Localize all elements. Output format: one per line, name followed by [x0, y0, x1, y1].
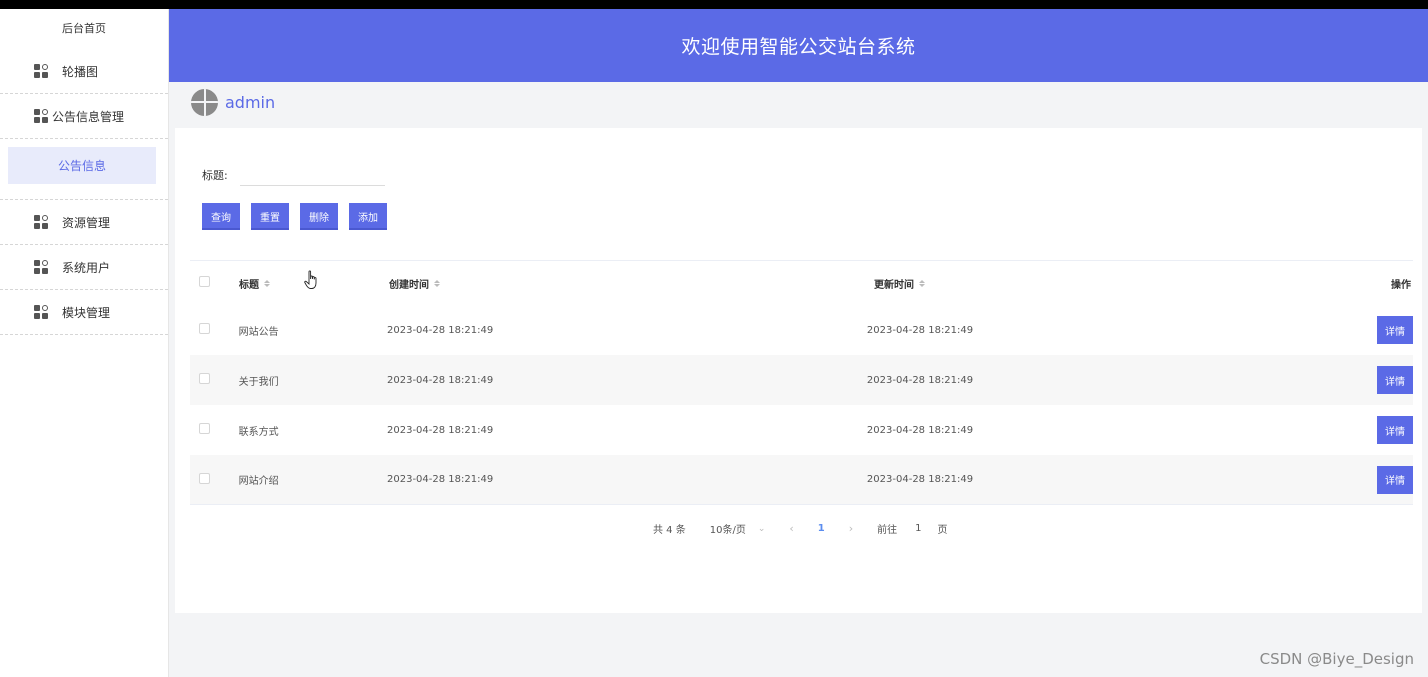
watermark: CSDN @Biye_Design	[1259, 650, 1414, 668]
detail-button[interactable]: 详情	[1377, 316, 1413, 344]
cell-updated: 2023-04-28 18:21:49	[866, 424, 974, 436]
sort-icon[interactable]	[919, 279, 925, 287]
sidebar-item-label: 系统用户	[62, 260, 111, 275]
pagination-total: 共 4 条	[653, 525, 686, 536]
grid-icon	[34, 305, 48, 319]
cell-created: 2023-04-28 18:21:49	[387, 474, 494, 485]
query-button[interactable]: 查询	[202, 203, 240, 230]
toolbar: 查询 重置 删除 添加	[202, 203, 387, 230]
cell-updated: 2023-04-28 18:21:49	[866, 374, 974, 386]
column-header-created[interactable]: 创建时间	[389, 276, 874, 291]
sidebar-submenu: 公告信息	[0, 147, 168, 200]
row-checkbox[interactable]	[199, 423, 210, 434]
sidebar-item-label: 资源管理	[62, 215, 111, 230]
hand-cursor-icon	[304, 270, 317, 289]
delete-button[interactable]: 删除	[300, 203, 338, 230]
reset-button[interactable]: 重置	[251, 203, 289, 230]
cell-created: 2023-04-28 18:21:49	[387, 324, 494, 336]
cell-title: 关于我们	[238, 376, 279, 388]
grid-icon	[34, 260, 48, 274]
cell-title: 网站介绍	[238, 476, 279, 487]
table-header-row: 标题 创建时间 更新时间 操作	[190, 261, 1413, 305]
main-content: admin 标题: 查询 重置 删除 添加 标题 创建时间 更新时间 操作 网站…	[169, 82, 1428, 677]
row-checkbox[interactable]	[199, 472, 210, 484]
goto-page-input[interactable]: 1	[915, 523, 921, 534]
sidebar-home[interactable]: 后台首页	[0, 9, 168, 49]
grid-icon	[34, 215, 48, 229]
table-row[interactable]: 网站介绍 2023-04-28 18:21:49 2023-04-28 18:2…	[190, 455, 1413, 505]
page-unit-label: 页	[937, 525, 948, 536]
page-number-current[interactable]: 1	[818, 523, 825, 534]
pagination: 共 4 条 10条/页 ⌄ ‹ 1 › 前往 1 页	[653, 521, 948, 536]
search-row: 标题:	[202, 158, 385, 186]
sidebar-item-notice-management[interactable]: 公告信息管理	[0, 94, 168, 139]
column-header-updated[interactable]: 更新时间	[874, 276, 1344, 291]
content-panel: 标题: 查询 重置 删除 添加 标题 创建时间 更新时间 操作 网站公告 202…	[175, 128, 1422, 613]
sidebar-item-resources[interactable]: 资源管理	[0, 200, 168, 245]
search-label: 标题:	[202, 169, 228, 182]
sidebar: 后台首页 轮播图 公告信息管理 公告信息 资源管理 系统用户 模块管理	[0, 9, 169, 677]
cell-title: 联系方式	[238, 426, 279, 438]
user-bar: admin	[169, 82, 1428, 122]
detail-button[interactable]: 详情	[1377, 416, 1413, 444]
detail-button[interactable]: 详情	[1377, 366, 1413, 394]
app-header: 欢迎使用智能公交站台系统	[169, 9, 1428, 82]
grid-icon	[34, 109, 48, 123]
sidebar-subitem-label: 公告信息	[57, 159, 106, 173]
grid-icon	[34, 64, 48, 78]
cell-title: 网站公告	[238, 326, 279, 338]
sidebar-item-label: 轮播图	[62, 64, 99, 79]
select-all-checkbox[interactable]	[199, 276, 210, 287]
notice-table: 标题 创建时间 更新时间 操作 网站公告 2023-04-28 18:21:49…	[190, 260, 1413, 505]
title-search-input[interactable]	[239, 158, 385, 186]
sort-icon[interactable]	[434, 279, 440, 287]
next-page-button[interactable]: ›	[849, 522, 853, 535]
detail-button[interactable]: 详情	[1377, 465, 1413, 494]
table-row[interactable]: 联系方式 2023-04-28 18:21:49 2023-04-28 18:2…	[190, 405, 1413, 455]
page-size-select[interactable]: 10条/页 ⌄	[709, 521, 766, 537]
table-row[interactable]: 网站公告 2023-04-28 18:21:49 2023-04-28 18:2…	[190, 305, 1413, 355]
add-button[interactable]: 添加	[349, 203, 387, 230]
column-header-label: 更新时间	[874, 279, 914, 291]
page-title: 欢迎使用智能公交站台系统	[681, 36, 916, 58]
sidebar-item-modules[interactable]: 模块管理	[0, 290, 168, 335]
chevron-down-icon: ⌄	[757, 523, 766, 534]
top-black-strip	[0, 0, 1428, 9]
sidebar-item-carousel[interactable]: 轮播图	[0, 49, 168, 94]
sidebar-item-label: 公告信息管理	[52, 109, 125, 124]
table-row[interactable]: 关于我们 2023-04-28 18:21:49 2023-04-28 18:2…	[190, 355, 1413, 405]
sidebar-item-label: 模块管理	[62, 305, 111, 320]
cell-updated: 2023-04-28 18:21:49	[866, 324, 974, 336]
column-header-label: 标题	[239, 279, 259, 291]
prev-page-button[interactable]: ‹	[789, 522, 793, 535]
sidebar-subitem-notice[interactable]: 公告信息	[8, 147, 156, 184]
row-checkbox[interactable]	[199, 373, 210, 384]
cell-created: 2023-04-28 18:21:49	[387, 424, 494, 436]
username[interactable]: admin	[225, 93, 275, 112]
column-header-label: 操作	[1391, 279, 1411, 291]
sidebar-item-system-users[interactable]: 系统用户	[0, 245, 168, 290]
column-header-ops: 操作	[1344, 276, 1413, 291]
avatar[interactable]	[191, 88, 218, 116]
page-size-value: 10条/页	[709, 525, 746, 536]
column-header-label: 创建时间	[389, 279, 429, 291]
goto-label: 前往	[877, 525, 898, 536]
cell-updated: 2023-04-28 18:21:49	[866, 474, 974, 485]
cell-created: 2023-04-28 18:21:49	[387, 374, 494, 386]
sort-icon[interactable]	[264, 279, 270, 287]
row-checkbox[interactable]	[199, 323, 210, 334]
